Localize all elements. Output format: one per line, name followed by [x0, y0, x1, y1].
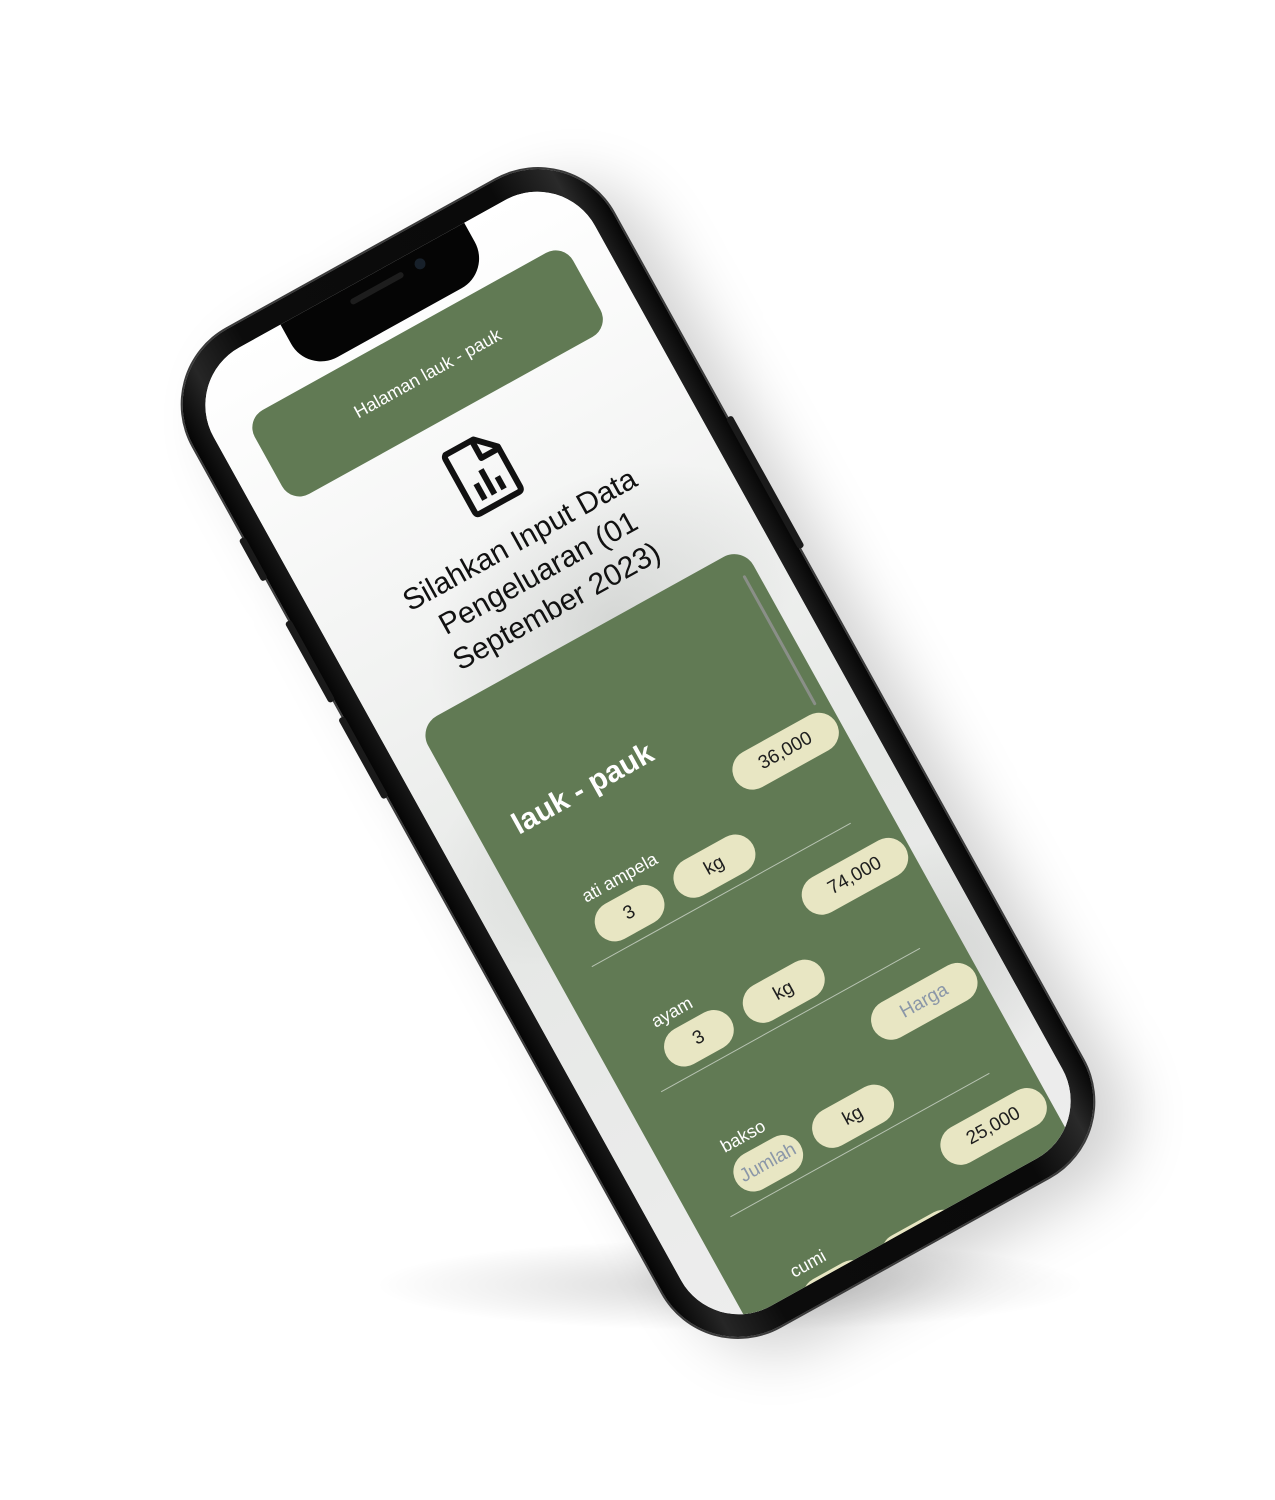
- mockup-stage: Halaman lauk - pauk Silahkan Input Data …: [0, 0, 1275, 1500]
- front-camera: [412, 256, 428, 272]
- input-card: lauk - pauk ati ampela ayam: [417, 546, 1091, 1338]
- phone-screen: Halaman lauk - pauk Silahkan Input Data …: [181, 168, 1095, 1338]
- document-chart-icon: [441, 436, 524, 518]
- page-banner-title: Halaman lauk - pauk: [350, 324, 505, 422]
- unit-input[interactable]: [666, 827, 763, 905]
- unit-input[interactable]: [804, 1077, 902, 1156]
- unit-input[interactable]: [735, 952, 832, 1031]
- phone-device: Halaman lauk - pauk Silahkan Input Data …: [151, 138, 1125, 1368]
- price-input[interactable]: [725, 705, 847, 797]
